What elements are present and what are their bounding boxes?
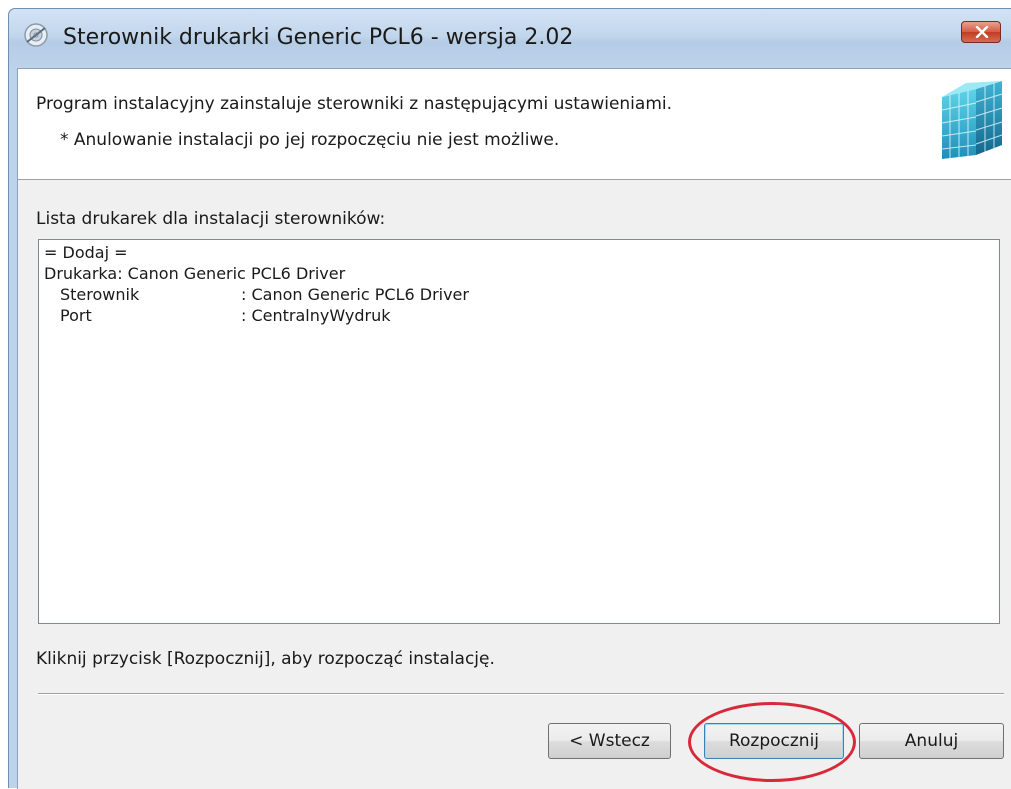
cancel-button[interactable]: Anuluj xyxy=(859,723,1004,759)
printer-list-box[interactable]: = Dodaj = Drukarka: Canon Generic PCL6 D… xyxy=(38,239,1000,624)
window-title: Sterownik drukarki Generic PCL6 - wersja… xyxy=(63,25,574,50)
list-row-value: : CentralnyWydruk xyxy=(241,306,391,325)
installer-window: Sterownik drukarki Generic PCL6 - wersja… xyxy=(8,8,1011,789)
close-icon xyxy=(975,26,989,38)
start-instruction: Kliknij przycisk [Rozpocznij], aby rozpo… xyxy=(36,649,495,669)
list-action: = Dodaj = xyxy=(44,243,128,262)
list-printer: Drukarka: Canon Generic PCL6 Driver xyxy=(44,264,346,283)
list-row-key: Sterownik xyxy=(60,285,140,304)
list-row-value: : Canon Generic PCL6 Driver xyxy=(241,285,469,304)
header-panel: Program instalacyjny zainstaluje sterown… xyxy=(18,69,1011,180)
title-bar[interactable]: Sterownik drukarki Generic PCL6 - wersja… xyxy=(9,9,1011,69)
start-button[interactable]: Rozpocznij xyxy=(704,723,844,759)
close-button[interactable] xyxy=(961,21,1001,43)
back-button[interactable]: < Wstecz xyxy=(548,723,671,759)
header-description: Program instalacyjny zainstaluje sterown… xyxy=(36,94,673,114)
printer-driver-icon xyxy=(24,23,48,47)
footer-divider xyxy=(38,693,1004,695)
dialog-client-area: Program instalacyjny zainstaluje sterown… xyxy=(17,68,1011,789)
list-row-key: Port xyxy=(60,306,92,325)
printer-list-label: Lista drukarek dla instalacji sterownikó… xyxy=(36,209,386,229)
cube-icon xyxy=(941,81,1003,159)
header-warning: * Anulowanie instalacji po jej rozpoczęc… xyxy=(60,130,560,150)
